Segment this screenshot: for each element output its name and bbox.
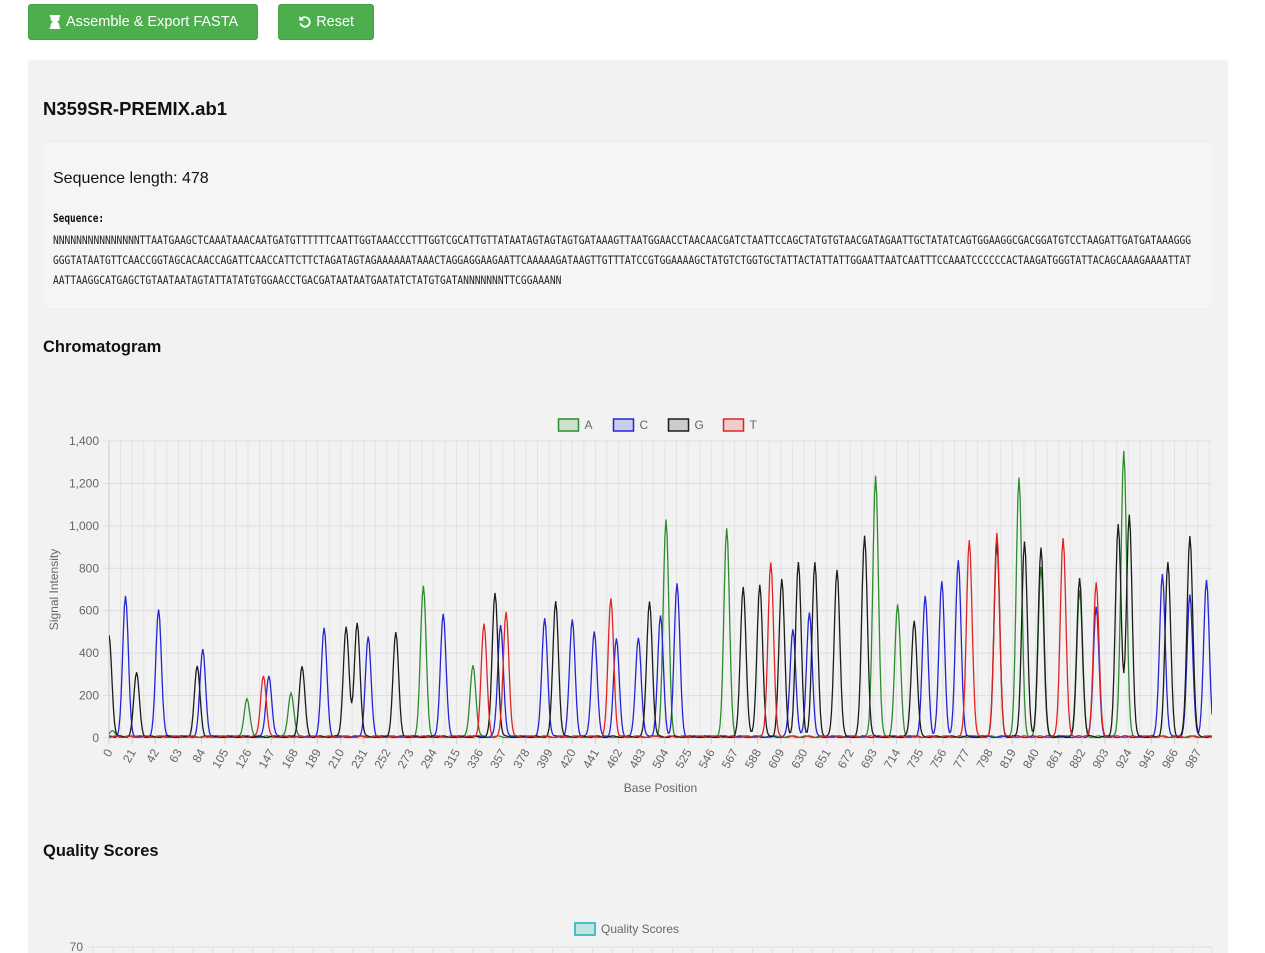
x-tick-label: 693 [858,746,880,771]
x-axis-label: Base Position [624,781,697,795]
x-tick-label: 336 [464,746,486,771]
x-tick-label: 315 [441,746,463,771]
chromatogram-chart: 0 200 400 600 800 1,000 1,200 1,400 0 21 42 63 84 105… [47,418,1212,795]
y-tick-label: 70 [70,940,84,953]
x-tick-label: 399 [534,746,556,771]
y-axis-label: Signal Intensity [47,549,61,630]
assemble-export-label: Assemble & Export FASTA [66,14,239,30]
sequence-text: NNNNNNNNNNNNNNNTTAATGAAGCTCAAATAAACAATGA… [53,233,1192,287]
legend-swatch-t [722,418,745,432]
quality-scores-title: Quality Scores [43,842,159,860]
y-tick-label: 200 [79,689,99,703]
x-tick-label: 525 [673,746,695,771]
assemble-export-button[interactable]: Assemble & Export FASTA [28,4,259,40]
legend-label-t: T [750,418,758,432]
y-tick-label: 1,400 [69,434,99,448]
legend-swatch-a [557,418,580,432]
x-tick-label: 798 [974,746,996,771]
y-tick-label: 1,200 [69,476,99,490]
x-tick-label: 609 [765,746,787,771]
x-tick-label: 42 [143,746,162,765]
x-tick-label: 840 [1020,746,1042,771]
legend-swatch-c [612,418,635,432]
sequence-box: Sequence length: 478 Sequence: NNNNNNNNN… [43,142,1213,308]
x-tick-label: 126 [232,746,254,771]
legend-label-a: A [585,418,593,432]
y-tick-label: 800 [79,561,99,575]
undo-icon [299,15,311,28]
legend-swatch-quality [574,922,596,936]
x-tick-label: 252 [371,746,393,771]
x-tick-label: 84 [189,746,208,765]
y-tick-label: 1,000 [69,519,99,533]
sequence-length: Sequence length: 478 [53,170,209,187]
x-tick-label: 861 [1043,746,1065,771]
legend-label-g: G [695,418,704,432]
x-tick-label: 294 [418,746,440,771]
x-tick-label: 588 [742,746,764,771]
reset-label: Reset [316,14,355,30]
reset-button[interactable]: Reset [278,4,375,40]
x-tick-label: 945 [1136,746,1158,771]
x-tick-label: 924 [1113,746,1135,771]
x-tick-label: 273 [395,746,417,771]
x-tick-label: 567 [719,746,741,771]
toolbar: Assemble & Export FASTA Reset [28,4,375,40]
x-tick-label: 420 [557,746,579,771]
y-tick-label: 600 [79,604,99,618]
x-tick-label: 483 [626,746,648,771]
x-tick-label: 777 [950,746,972,771]
x-tick-label: 651 [812,746,834,771]
legend-label-quality: Quality Scores [601,922,679,936]
x-tick-label: 231 [348,746,370,771]
file-title: N359SR-PREMIX.ab1 [43,98,228,119]
x-tick-label: 147 [256,746,278,771]
x-tick-label: 882 [1066,746,1088,771]
file-panel: N359SR-PREMIX.ab1 Sequence length: 478 S… [28,60,1228,953]
x-tick-label: 504 [649,746,671,771]
y-tick-label: 0 [92,731,99,745]
hourglass-icon [49,15,61,29]
x-tick-label: 714 [881,746,903,771]
x-tick-label: 105 [209,746,231,771]
x-tick-label: 987 [1182,746,1204,771]
x-tick-label: 189 [302,746,324,771]
x-tick-label: 378 [510,746,532,771]
x-tick-label: 168 [279,746,301,771]
x-tick-label: 966 [1159,746,1181,771]
x-tick-label: 819 [997,746,1019,771]
x-tick-label: 735 [904,746,926,771]
sequence-label: Sequence: [53,211,105,225]
legend-label-c: C [640,418,649,432]
x-tick-label: 630 [788,746,810,771]
x-tick-label: 63 [166,746,185,765]
x-tick-label: 462 [603,746,625,771]
quality-chart: Quality Scores 70 [70,922,1213,953]
x-tick-label: 546 [696,746,718,771]
chromatogram-title: Chromatogram [43,338,162,356]
x-tick-label: 210 [325,746,347,771]
y-tick-label: 400 [79,646,99,660]
x-tick-label: 357 [487,746,509,771]
x-tick-label: 21 [120,746,139,765]
x-tick-label: 441 [580,746,602,771]
x-tick-label: 0 [100,746,116,759]
legend-swatch-g [667,418,690,432]
x-tick-label: 756 [927,746,949,771]
x-tick-label: 903 [1089,746,1111,771]
x-tick-label: 672 [835,746,857,771]
